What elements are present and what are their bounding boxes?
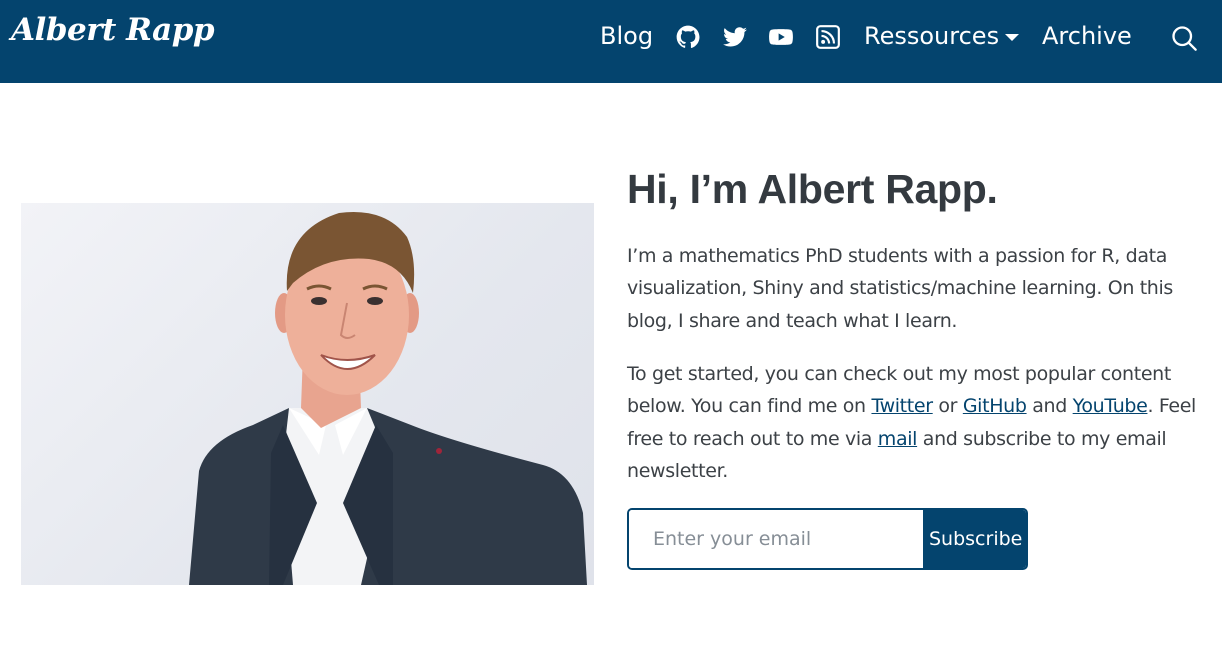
rss-icon[interactable] [815, 24, 841, 50]
youtube-icon[interactable] [768, 24, 794, 50]
twitter-icon[interactable] [722, 24, 748, 50]
caret-down-icon [1005, 33, 1020, 41]
nav-dropdown-ressources[interactable]: Ressources [864, 20, 1020, 52]
cta-paragraph: To get started, you can check out my mos… [627, 358, 1202, 487]
cta-text-and: and [1026, 395, 1073, 418]
site-brand[interactable]: Albert Rapp [11, 12, 215, 48]
top-navbar: Albert Rapp Blog Ressources Archive [0, 0, 1222, 83]
email-input[interactable] [629, 510, 923, 568]
search-icon[interactable] [1170, 24, 1198, 52]
subscribe-button[interactable]: Subscribe [923, 510, 1026, 568]
intro-paragraph: I’m a mathematics PhD students with a pa… [627, 245, 1173, 332]
twitter-link[interactable]: Twitter [871, 395, 933, 417]
github-link[interactable]: GitHub [963, 395, 1027, 417]
youtube-link[interactable]: YouTube [1073, 395, 1148, 417]
ressources-label: Ressources [864, 22, 1000, 50]
nav-link-archive[interactable]: Archive [1042, 20, 1132, 52]
mail-link[interactable]: mail [878, 428, 918, 450]
newsletter-form: Subscribe [627, 508, 1028, 570]
page-title: Hi, I’m Albert Rapp. [627, 166, 998, 212]
cta-text-or: or [932, 395, 963, 418]
nav-link-blog[interactable]: Blog [600, 20, 653, 52]
github-icon[interactable] [675, 24, 701, 50]
profile-photo [21, 203, 594, 585]
